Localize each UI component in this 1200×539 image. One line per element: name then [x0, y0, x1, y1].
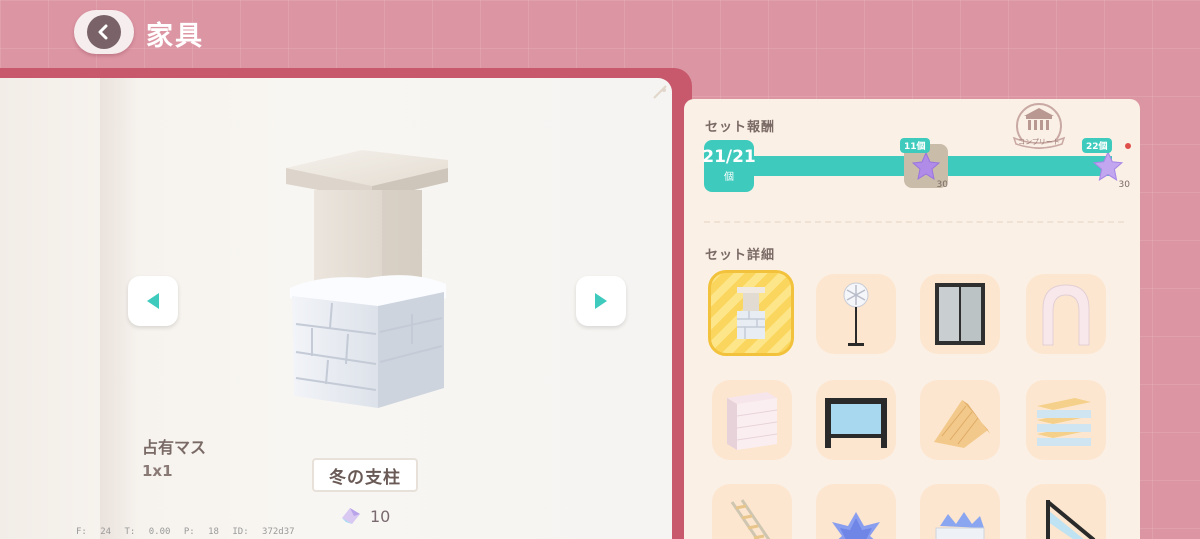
prev-item-button[interactable] — [128, 276, 178, 326]
slide-icon — [934, 400, 990, 448]
stair-rail-icon — [1046, 500, 1096, 539]
purple-star-icon — [911, 151, 941, 181]
snowflake-lamp-icon — [843, 282, 869, 346]
stairs-icon — [1037, 398, 1091, 446]
set-item-tile[interactable] — [816, 274, 896, 354]
winter-pillar-icon — [737, 287, 765, 339]
flower-box-icon — [935, 512, 985, 539]
gem-icon — [342, 508, 360, 524]
triangle-left-icon — [147, 293, 159, 309]
reward-item-2[interactable]: 22個 30 — [1082, 138, 1130, 190]
debug-info: F: 24 T: 0.00 P: 18 ID: 372d37 — [76, 527, 295, 537]
svg-text:コンプリート: コンプリート — [1018, 138, 1060, 146]
progress-count: 21/21 個 — [702, 140, 756, 192]
reward-amount: 30 — [1118, 180, 1130, 190]
set-item-tile[interactable] — [1026, 484, 1106, 539]
page-corner-decoration — [653, 85, 667, 99]
reward-threshold: 22個 — [1082, 138, 1112, 153]
back-button[interactable] — [74, 10, 134, 54]
item-preview-image — [286, 150, 448, 408]
arch-icon — [1042, 284, 1090, 346]
progress-count-value: 21/21 — [702, 147, 756, 167]
item-name-label: 冬の支柱 — [312, 458, 418, 492]
reward-threshold: 11個 — [900, 138, 930, 153]
progress-count-unit: 個 — [724, 172, 734, 183]
set-item-tile[interactable] — [920, 274, 1000, 354]
set-item-tile[interactable] — [712, 380, 792, 460]
set-item-tile[interactable] — [712, 484, 792, 539]
item-price: 10 — [340, 506, 390, 526]
reward-item-1[interactable]: 11個 30 — [900, 138, 948, 190]
set-item-tile[interactable] — [920, 484, 1000, 539]
set-item-tile[interactable] — [1026, 380, 1106, 460]
block-wall-icon — [727, 392, 778, 450]
set-item-tile[interactable] — [1026, 274, 1106, 354]
window-icon — [935, 283, 985, 345]
occupy-label: 占有マス — [142, 438, 207, 457]
set-item-tile[interactable] — [920, 380, 1000, 460]
next-item-button[interactable] — [576, 276, 626, 326]
set-reward-title: セット報酬 — [705, 120, 776, 135]
set-item-tile[interactable] — [708, 270, 794, 356]
reward-amount: 30 — [936, 180, 948, 190]
set-item-tile[interactable] — [816, 380, 896, 460]
triangle-right-icon — [595, 293, 607, 309]
chevron-left-icon — [87, 15, 121, 49]
occupy-value: 1x1 — [142, 462, 173, 480]
page-title: 家具 — [146, 21, 204, 52]
complete-badge: コンプリート — [1012, 103, 1066, 149]
ladder-icon — [730, 499, 771, 539]
glass-fence-icon — [825, 398, 887, 448]
section-divider — [704, 221, 1124, 223]
purple-star-icon — [1092, 150, 1124, 181]
blue-plant-icon — [832, 512, 880, 539]
notification-dot — [1125, 143, 1131, 149]
set-detail-title: セット詳細 — [705, 248, 776, 263]
price-value: 10 — [370, 506, 391, 526]
set-item-tile[interactable] — [816, 484, 896, 539]
